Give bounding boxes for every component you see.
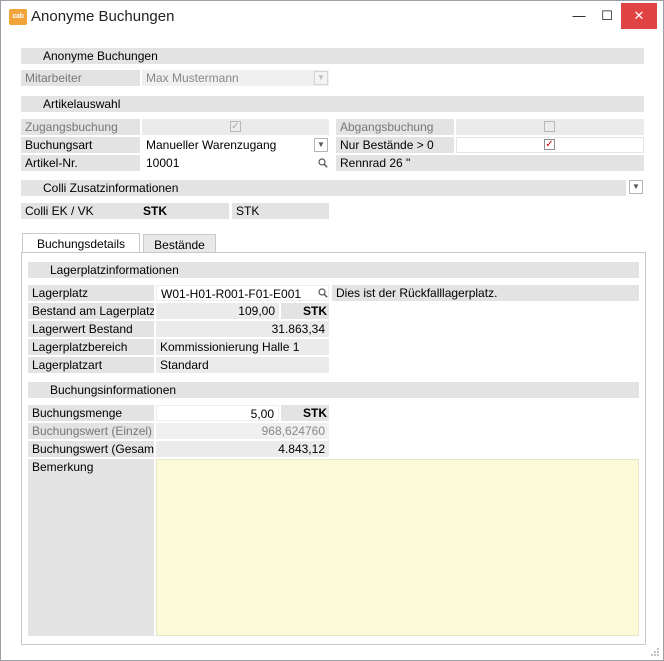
buchungswert-einzel-value: 968,624760 — [156, 423, 329, 439]
buchungsart-dropdown-icon[interactable]: ▼ — [314, 138, 328, 152]
buchungswert-einzel-label: Buchungswert (Einzel) — [28, 423, 154, 439]
buchungsmenge-unit: STK — [281, 405, 329, 421]
bemerkung-label: Bemerkung — [28, 459, 154, 636]
buchungsart-label: Buchungsart — [21, 137, 140, 153]
tab-bestaende[interactable]: Bestände — [143, 234, 216, 253]
bestand-label: Bestand am Lagerplatz — [28, 303, 154, 319]
artikel-search-icon[interactable] — [318, 158, 328, 168]
colli-vk-unit: STK — [232, 203, 329, 219]
buchungsmenge-input[interactable]: 5,00 — [156, 405, 279, 421]
maximize-button[interactable]: ☐ — [591, 1, 623, 31]
lagerplatzbereich-label: Lagerplatzbereich — [28, 339, 154, 355]
colli-expand-icon[interactable]: ▼ — [629, 180, 643, 194]
mitarbeiter-select[interactable]: Max Mustermann — [142, 70, 329, 86]
abgangsbuchung-checkbox[interactable] — [544, 121, 555, 132]
tab-buchungsdetails[interactable]: Buchungsdetails — [22, 233, 140, 253]
buchungsart-select[interactable]: Manueller Warenzugang — [142, 137, 329, 153]
title-bar: cab Anonyme Buchungen — ☐ ✕ — [1, 1, 663, 32]
section-buchungsinfo: Buchungsinformationen — [28, 382, 639, 398]
resize-grip-icon[interactable] — [650, 647, 660, 657]
lagerplatz-hint: Dies ist der Rückfalllagerplatz. — [332, 285, 639, 301]
bestand-unit: STK — [281, 303, 329, 319]
artikel-name: Rennrad 26 " — [336, 155, 644, 171]
buchungsmenge-label: Buchungsmenge — [28, 405, 154, 421]
lagerplatzbereich-value: Kommissionierung Halle 1 — [156, 339, 329, 355]
lagerwert-label: Lagerwert Bestand — [28, 321, 154, 337]
nur-bestaende-label: Nur Bestände > 0 — [336, 137, 454, 153]
lagerplatzart-label: Lagerplatzart — [28, 357, 154, 373]
window-title: Anonyme Buchungen — [31, 8, 175, 25]
buchungswert-gesamt-value: 4.843,12 — [156, 441, 329, 457]
bestand-value: 109,00 — [156, 303, 279, 319]
lagerwert-value: 31.863,34 — [156, 321, 329, 337]
mitarbeiter-label: Mitarbeiter — [21, 70, 140, 86]
lagerplatz-input[interactable]: W01-H01-R001-F01-E001 — [156, 285, 329, 301]
close-button[interactable]: ✕ — [621, 3, 657, 29]
buchungswert-gesamt-label: Buchungswert (Gesamt) — [28, 441, 154, 457]
section-colli: Colli Zusatzinformationen — [21, 180, 626, 196]
bemerkung-textarea[interactable] — [156, 459, 639, 636]
nur-bestaende-checkbox[interactable]: ✓ — [544, 139, 555, 150]
section-lagerplatzinfo: Lagerplatzinformationen — [28, 262, 639, 278]
section-anonyme-buchungen: Anonyme Buchungen — [21, 48, 644, 64]
app-logo-icon: cab — [9, 9, 27, 25]
main-window: cab Anonyme Buchungen — ☐ ✕ Anonyme Buch… — [0, 0, 664, 661]
mitarbeiter-dropdown-icon[interactable]: ▼ — [314, 71, 328, 85]
lagerplatz-search-icon[interactable] — [318, 288, 328, 298]
zugangsbuchung-label: Zugangsbuchung — [21, 119, 140, 135]
zugangsbuchung-checkbox[interactable]: ✓ — [230, 121, 241, 132]
abgangsbuchung-label: Abgangsbuchung — [336, 119, 454, 135]
lagerplatzart-value: Standard — [156, 357, 329, 373]
artikelnr-label: Artikel-Nr. — [21, 155, 140, 171]
artikelnr-input[interactable]: 10001 — [142, 155, 329, 171]
section-artikelauswahl: Artikelauswahl — [21, 96, 644, 112]
colli-ek-unit: STK — [143, 204, 167, 218]
lagerplatz-label: Lagerplatz — [28, 285, 154, 301]
